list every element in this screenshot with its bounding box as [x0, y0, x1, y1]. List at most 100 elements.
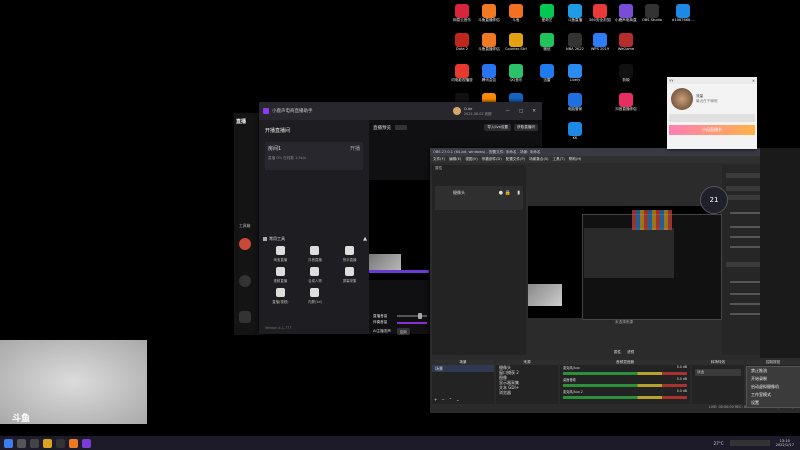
context-menu-item[interactable]: 设置: [747, 399, 800, 407]
desktop-icon[interactable]: 微信: [536, 33, 558, 51]
visibility-icon[interactable]: ●: [499, 190, 503, 196]
scene-item[interactable]: 场景: [432, 365, 494, 372]
chat-tabs[interactable]: [669, 114, 755, 122]
desktop-icon[interactable]: 爱奇艺: [536, 4, 558, 22]
room-status: 开播: [349, 146, 360, 152]
desktop-icon[interactable]: 剪映: [615, 64, 637, 82]
preview-dropdown[interactable]: [395, 125, 407, 130]
obs-menu-item[interactable]: 停靠部件(D): [482, 157, 502, 162]
desktop-icon[interactable]: OBS Studio: [641, 4, 663, 22]
desktop-icon[interactable]: 小鹿声电商直播助手-4.1: [615, 4, 637, 22]
vol-slider[interactable]: [397, 313, 427, 319]
chat-avatar[interactable]: [671, 88, 693, 110]
obs-menu-item[interactable]: 工具(T): [553, 157, 565, 162]
app-icon: [482, 4, 496, 18]
tool-item[interactable]: 抖音直播: [298, 246, 333, 262]
obs-menu-item[interactable]: 视图(V): [465, 157, 477, 162]
minimize-icon[interactable]: —: [505, 109, 510, 114]
trash-icon[interactable]: ▮: [517, 190, 520, 196]
tool-item[interactable]: 视频直播: [263, 267, 298, 283]
desktop-icon[interactable]: 迅雷: [536, 64, 558, 82]
up-icon[interactable]: ⌃: [449, 397, 452, 402]
douyu-settings-icon[interactable]: [239, 311, 251, 323]
add-scene-icon[interactable]: +: [434, 397, 437, 402]
douyu-taskbar-icon[interactable]: [69, 438, 78, 448]
user-avatar[interactable]: [452, 107, 461, 115]
context-menu-item[interactable]: 启动虚拟摄像机: [747, 383, 800, 391]
desktop-icon[interactable]: WeGame: [615, 33, 637, 51]
desktop-icon[interactable]: Counter-Strike Global Off…: [505, 33, 527, 51]
explorer-icon[interactable]: [43, 438, 52, 448]
tray-icons[interactable]: [729, 440, 770, 446]
icon-label: 迅雷: [543, 78, 551, 82]
desktop-icon[interactable]: Lively: [564, 64, 586, 82]
desktop-icon[interactable]: 抖音直播伴侣: [615, 93, 637, 111]
level-meter[interactable]: [563, 384, 687, 387]
tool-item[interactable]: 淘宝直播: [263, 246, 298, 262]
obs-props-button[interactable]: 属性: [614, 350, 621, 355]
desktop-icon[interactable]: NBA 2K22: [564, 33, 586, 51]
douyu-avatar[interactable]: [239, 238, 251, 250]
close-icon[interactable]: ✕: [532, 109, 536, 114]
obs-menu-item[interactable]: 文件(F): [433, 157, 445, 162]
context-menu-item[interactable]: 工作室模式: [747, 391, 800, 399]
search-icon[interactable]: [17, 438, 26, 448]
obs-taskbar-icon[interactable]: [56, 438, 65, 448]
tool-item[interactable]: 合成人物: [298, 267, 333, 283]
level-meter[interactable]: [563, 396, 687, 399]
vol2-slider[interactable]: [397, 321, 427, 324]
desktop-icon[interactable]: 360安全浏览器: [589, 4, 611, 22]
obs-menu-item[interactable]: 编辑(E): [449, 157, 461, 162]
app-icon: [540, 64, 554, 78]
start-icon[interactable]: [4, 438, 13, 448]
desktop-icon[interactable]: 网易云音乐: [451, 4, 473, 22]
desktop-icon[interactable]: 斗鱼直播伴侣: [478, 33, 500, 51]
context-menu-item[interactable]: 禁止推流: [747, 367, 800, 375]
context-menu-item[interactable]: 开始录制: [747, 375, 800, 383]
get-stream-code-button[interactable]: 获取直播码: [514, 124, 538, 131]
obs-menu-item[interactable]: 配置文件(P): [506, 157, 525, 162]
desktop-icon[interactable]: QQ音乐: [505, 64, 527, 82]
desktop-icon[interactable]: d1067668…: [672, 4, 694, 22]
desktop-icon[interactable]: KK: [564, 122, 586, 140]
chat-close-icon[interactable]: ✕: [752, 79, 755, 83]
assistant-taskbar-icon[interactable]: [82, 438, 91, 448]
tools-grid: 淘宝直播 抖音直播 快手直播视频直播 合成人物 屏幕采集直播(视频) 内屏(1d): [263, 246, 367, 304]
lock-icon[interactable]: 🔒: [505, 190, 511, 196]
douyu-menu-0[interactable]: 工具箱: [239, 223, 250, 229]
import-settings-button[interactable]: 导入live设置: [484, 124, 512, 131]
tool-item[interactable]: 直播(视频): [263, 288, 298, 304]
desktop-icon[interactable]: 电脑管家: [564, 93, 586, 111]
desktop-icon[interactable]: 闪电影视播放: [451, 64, 473, 82]
tool-item[interactable]: 内屏(1d): [298, 288, 333, 304]
desktop-icon[interactable]: 斗鱼: [505, 4, 527, 22]
chat-banner[interactable]: 小纪直播节: [669, 125, 755, 135]
remove-scene-icon[interactable]: −: [441, 397, 444, 402]
level-meter[interactable]: [563, 372, 687, 375]
channel-name: 麦克风/Aux 2: [563, 390, 583, 394]
desktop-icon[interactable]: 斗鱼直播伴侣: [478, 4, 500, 22]
douyu-gift-icon[interactable]: [239, 275, 251, 287]
desktop-icon[interactable]: WPS 2019: [589, 33, 611, 51]
tool-item[interactable]: 快手直播: [332, 246, 367, 262]
desktop-icon[interactable]: 斗鱼直播: [564, 4, 586, 22]
desktop-icon[interactable]: Dota 2: [451, 33, 473, 51]
source-item[interactable]: 浏览器: [496, 390, 558, 395]
down-icon[interactable]: ⌄: [456, 397, 459, 402]
widget-badge[interactable]: 21: [710, 196, 719, 204]
live-room-card[interactable]: 房间1 开播 直播 0% 在线数 1.5k/s: [265, 142, 363, 170]
apply-button[interactable]: 应用: [396, 328, 410, 335]
obs-filters-button[interactable]: 滤镜: [627, 350, 634, 355]
obs-menu-item[interactable]: 帮助(H): [569, 157, 582, 162]
taskview-icon[interactable]: [30, 438, 39, 448]
weather-temp[interactable]: 27°C: [714, 441, 724, 446]
tool-item[interactable]: 屏幕采集: [332, 267, 367, 283]
clock-date[interactable]: 2022/1/17: [776, 443, 794, 447]
transition-select[interactable]: 淡出: [695, 369, 741, 376]
obs-menu-item[interactable]: 场景集合(S): [529, 157, 548, 162]
desktop-icon[interactable]: 腾讯会议: [478, 64, 500, 82]
obs-source-selected[interactable]: 摄像头 ● 🔒 ▮: [435, 186, 523, 210]
maximize-icon[interactable]: □: [519, 109, 523, 114]
collapse-icon[interactable]: ▲: [363, 236, 367, 242]
tools-panel: 常用工具 ▲ 淘宝直播 抖音直播 快手直播 视频直播 合成人物 屏幕采集 直播(视频) 内屏(…: [263, 236, 367, 324]
